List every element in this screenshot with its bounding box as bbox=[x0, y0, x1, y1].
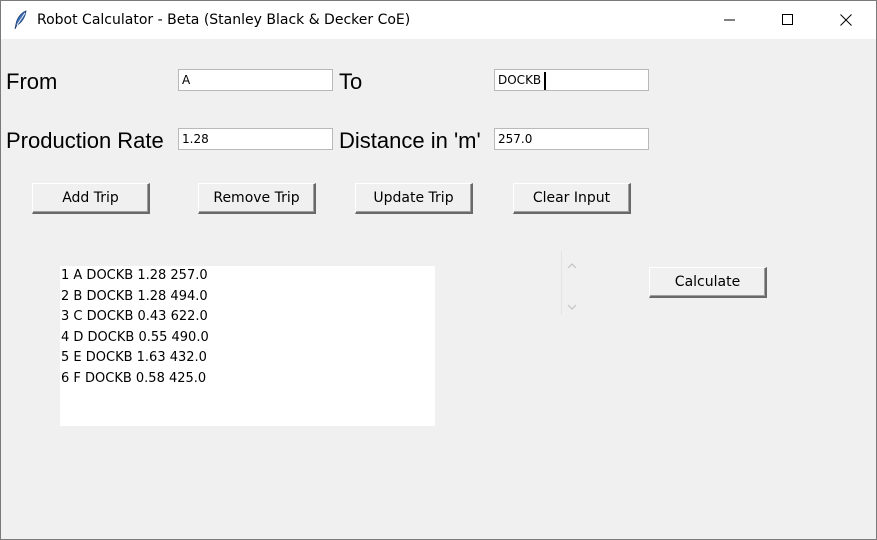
from-input[interactable] bbox=[178, 69, 333, 91]
clear-input-button[interactable]: Clear Input bbox=[513, 183, 631, 214]
list-scrollbar[interactable] bbox=[561, 251, 582, 315]
list-item[interactable]: 5 E DOCKB 1.63 432.0 bbox=[60, 348, 435, 369]
production-rate-label: Production Rate bbox=[6, 128, 164, 153]
window-title: Robot Calculator - Beta (Stanley Black &… bbox=[37, 12, 411, 28]
app-window: Robot Calculator - Beta (Stanley Black &… bbox=[0, 0, 877, 540]
update-trip-button[interactable]: Update Trip bbox=[355, 183, 473, 214]
list-item[interactable]: 4 D DOCKB 0.55 490.0 bbox=[60, 328, 435, 349]
list-item[interactable]: 1 A DOCKB 1.28 257.0 bbox=[60, 266, 435, 287]
list-item[interactable]: 2 B DOCKB 1.28 494.0 bbox=[60, 287, 435, 308]
title-bar[interactable]: Robot Calculator - Beta (Stanley Black &… bbox=[1, 1, 876, 39]
minimize-button[interactable] bbox=[701, 1, 759, 39]
calculate-button[interactable]: Calculate bbox=[649, 267, 767, 298]
minimize-icon bbox=[724, 14, 736, 26]
add-trip-button[interactable]: Add Trip bbox=[32, 183, 150, 214]
from-label: From bbox=[6, 69, 58, 94]
production-rate-input[interactable] bbox=[178, 128, 333, 150]
to-input[interactable] bbox=[494, 69, 649, 91]
text-cursor bbox=[544, 72, 546, 90]
list-item[interactable]: 3 C DOCKB 0.43 622.0 bbox=[60, 307, 435, 328]
close-button[interactable] bbox=[817, 1, 875, 39]
feather-icon bbox=[13, 10, 29, 30]
list-item[interactable]: 6 F DOCKB 0.58 425.0 bbox=[60, 369, 435, 390]
maximize-button[interactable] bbox=[759, 1, 817, 39]
close-icon bbox=[840, 14, 852, 26]
distance-label: Distance in 'm' bbox=[339, 128, 481, 153]
distance-input[interactable] bbox=[494, 128, 649, 150]
trip-list[interactable]: 1 A DOCKB 1.28 257.0 2 B DOCKB 1.28 494.… bbox=[60, 266, 435, 426]
remove-trip-button[interactable]: Remove Trip bbox=[198, 183, 316, 214]
scroll-up-icon[interactable] bbox=[566, 258, 578, 269]
to-label: To bbox=[339, 69, 363, 94]
scroll-down-icon[interactable] bbox=[566, 299, 578, 310]
maximize-icon bbox=[782, 14, 794, 26]
